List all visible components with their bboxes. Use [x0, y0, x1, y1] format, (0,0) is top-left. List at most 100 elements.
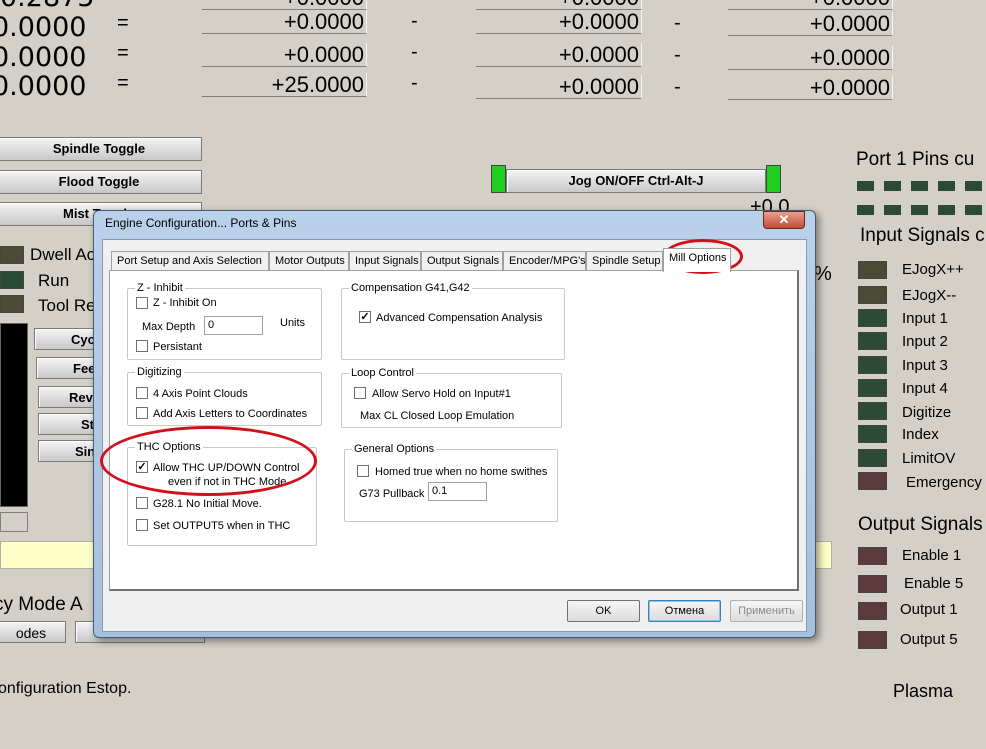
dro-3-b[interactable]: +0.0000	[476, 75, 642, 99]
annotation-ring-thc	[100, 426, 317, 496]
jog-led-left	[491, 165, 506, 193]
input-label-1: EJogX--	[902, 287, 957, 304]
output-led-3	[858, 631, 887, 649]
homed-checkbox[interactable]	[357, 465, 369, 477]
z-inhibit-group: Z - Inhibit Z - Inhibit On Max Depth 0 U…	[127, 281, 322, 360]
homed-label: Homed true when no home swithes	[375, 466, 548, 478]
input-label-0: EJogX++	[902, 261, 964, 278]
toolpath-display	[0, 323, 28, 507]
feed-button[interactable]: Feed	[36, 357, 103, 379]
input-led-4	[858, 356, 887, 374]
output5-checkbox[interactable]	[136, 519, 148, 531]
tab-encoder-mpg[interactable]: Encoder/MPG's	[503, 251, 586, 271]
output-label-2: Output 1	[900, 601, 958, 618]
dro-dash-2b: -	[674, 44, 681, 66]
g28-label: G28.1 No Initial Move.	[153, 498, 262, 510]
axis-letters-label: Add Axis Letters to Coordinates	[153, 408, 308, 420]
servo-hold-checkbox[interactable]	[354, 387, 366, 399]
dialog-title: Engine Configuration... Ports & Pins	[105, 216, 297, 230]
input-led-0	[858, 261, 887, 279]
persistant-checkbox[interactable]	[136, 340, 148, 352]
input-led-9	[858, 472, 887, 490]
max-depth-input[interactable]: 0	[204, 316, 263, 335]
dro-1-a[interactable]: +0.0000	[202, 10, 367, 34]
dro-2-a[interactable]: +0.0000	[202, 43, 367, 67]
dro-1-c[interactable]: +0.0000	[728, 12, 893, 36]
tab-port-setup[interactable]: Port Setup and Axis Selection	[111, 251, 269, 271]
tab-mill-options[interactable]: Mill Options	[663, 248, 731, 272]
run-led	[0, 271, 24, 289]
input-led-6	[858, 402, 887, 420]
digitizing-group: Digitizing 4 Axis Point Clouds Add Axis …	[127, 365, 322, 426]
codes-button[interactable]: odes	[0, 621, 66, 643]
st-button[interactable]: St	[38, 413, 100, 435]
dro-0-c: +0.0000	[728, 0, 893, 10]
dro-axis-2-value: 0.0000	[0, 42, 87, 73]
sin-button[interactable]: Sin	[38, 440, 100, 462]
check-icon: ✓	[360, 311, 370, 323]
dro-3-c[interactable]: +0.0000	[728, 76, 893, 100]
units-label: Units	[280, 317, 306, 329]
input-led-3	[858, 332, 887, 350]
cancel-button[interactable]: Отмена	[648, 600, 721, 622]
ok-button[interactable]: OK	[567, 600, 640, 622]
max-depth-label: Max Depth	[142, 321, 196, 333]
apply-button[interactable]: Применить	[730, 600, 803, 622]
dro-dash-1a: -	[411, 10, 418, 32]
plasma-label: Plasma	[893, 681, 954, 701]
tab-spindle-setup[interactable]: Spindle Setup	[586, 251, 663, 271]
rev-button[interactable]: Rev	[38, 386, 100, 408]
output-led-2	[858, 602, 887, 620]
spindle-toggle-button[interactable]: Spindle Toggle	[0, 137, 202, 161]
jog-toggle-button[interactable]: Jog ON/OFF Ctrl-Alt-J	[506, 169, 766, 193]
dro-axis-1-value: 0.0000	[0, 12, 87, 43]
tool-request-led	[0, 295, 24, 313]
input-led-5	[858, 379, 887, 397]
loop-control-title: Loop Control	[349, 366, 416, 380]
input-label-8: LimitOV	[902, 450, 956, 467]
dro-2-c[interactable]: +0.0000	[728, 46, 893, 70]
dro-eq-2: =	[117, 42, 129, 64]
persistant-label: Persistant	[153, 341, 202, 353]
percent-label: %	[814, 263, 832, 285]
jog-led-right	[766, 165, 781, 193]
point-clouds-checkbox[interactable]	[136, 387, 148, 399]
dwell-led	[0, 246, 24, 264]
dro-2-b[interactable]: +0.0000	[476, 43, 642, 67]
tab-input-signals[interactable]: Input Signals	[349, 251, 421, 271]
output-label-1: Enable 5	[904, 575, 964, 592]
input-signals-title: Input Signals c	[860, 225, 985, 246]
dro-eq-3: =	[117, 72, 129, 94]
advanced-compensation-label: Advanced Compensation Analysis	[376, 312, 543, 324]
dro-1-b[interactable]: +0.0000	[476, 10, 642, 34]
close-button[interactable]: ✕	[763, 211, 805, 229]
output-label-3: Output 5	[900, 631, 958, 648]
dro-dash-3a: -	[411, 72, 418, 94]
input-led-2	[858, 309, 887, 327]
input-label-5: Input 4	[902, 380, 948, 397]
dro-eq-1: =	[117, 12, 129, 34]
port-pins-title: Port 1 Pins cu	[856, 149, 975, 170]
z-inhibit-on-checkbox[interactable]	[136, 297, 148, 309]
dro-axis-0-value: 0.2875	[0, 0, 94, 11]
flood-toggle-button[interactable]: Flood Toggle	[0, 170, 202, 194]
loop-control-group: Loop Control Allow Servo Hold on Input#1…	[341, 366, 562, 428]
dro-axis-3-value: 0.0000	[0, 71, 87, 102]
run-label: Run	[38, 271, 70, 290]
input-led-1	[858, 286, 887, 304]
compensation-group: Compensation G41,G42 ✓ Advanced Compensa…	[341, 281, 565, 360]
g28-checkbox[interactable]	[136, 497, 148, 509]
g73-pullback-input[interactable]: 0.1	[428, 482, 487, 501]
axis-letters-checkbox[interactable]	[136, 407, 148, 419]
input-label-3: Input 2	[902, 333, 948, 350]
dwell-label: Dwell Act	[30, 245, 100, 264]
cycle-button[interactable]: Cycle	[34, 328, 106, 350]
dro-3-a[interactable]: +25.0000	[202, 73, 367, 97]
digitizing-title: Digitizing	[135, 365, 184, 379]
tab-motor-outputs[interactable]: Motor Outputs	[269, 251, 349, 271]
mode-label: cy Mode A	[0, 594, 83, 615]
small-button[interactable]	[0, 512, 28, 532]
general-options-group: General Options Homed true when no home …	[344, 442, 558, 522]
tab-output-signals[interactable]: Output Signals	[421, 251, 503, 271]
advanced-compensation-checkbox[interactable]: ✓	[359, 311, 371, 323]
